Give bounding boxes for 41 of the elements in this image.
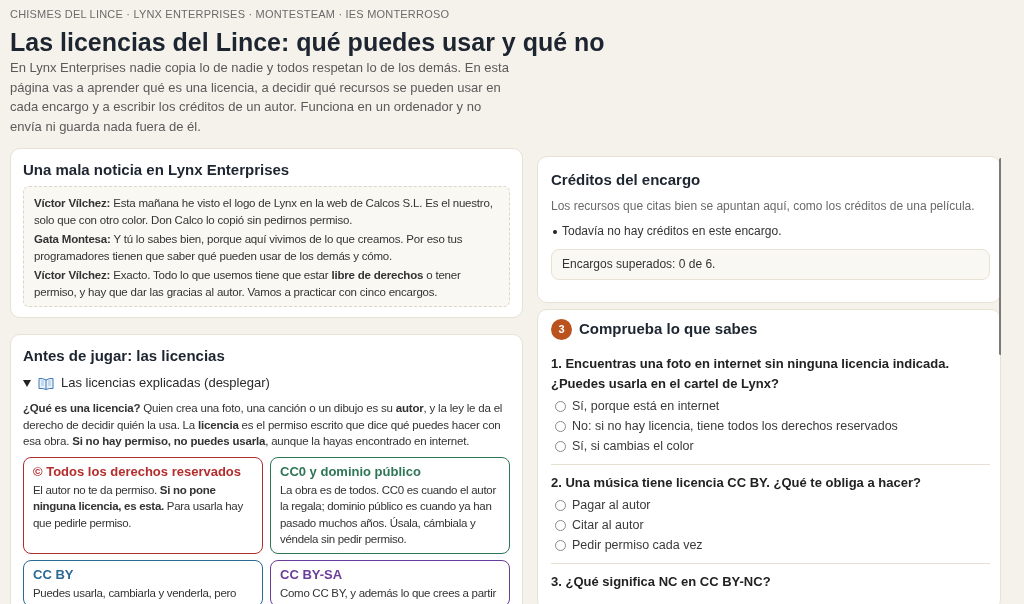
card-title: Créditos del encargo: [551, 170, 702, 190]
card-title: Antes de jugar: las licencias: [23, 346, 226, 366]
card-title: Una mala noticia en Lynx Enterprises: [23, 160, 291, 180]
option-label: No: si no hay licencia, tiene todos los derechos reservados: [572, 418, 898, 435]
question-text: 2. Una música tiene licencia CC BY. ¿Qué te obliga a hacer?: [551, 473, 922, 492]
radio-button[interactable]: [555, 440, 566, 452]
license-title: CC BY: [33, 565, 75, 584]
dialog-line: Víctor Vílchez: Esta mañana he visto el logo de Lynx en la web de Calcos S.L. Es el nuestro, solo que con otro color. Don Calco lo copió sin pedirnos permiso.: [34, 196, 494, 228]
radio-button[interactable]: [555, 499, 566, 511]
card-title: Comprueba lo que sabes: [579, 319, 758, 339]
option-label: Pagar al autor: [572, 497, 651, 514]
explanation-text: ¿Qué es una licencia? Quien crea una foto, una canción o un dibujo es su autor, y la ley le da el derecho de decidir quién la usa. La licencia es el permiso escrito que dice qué puedes hacer con esa obra. Si no hay permiso, no puedes usarla, aunque la hayas encontrado en internet.: [23, 401, 504, 449]
book-icon: [38, 376, 54, 390]
progress-summary: Encargos superados: 0 de 6.: [551, 249, 990, 280]
option-label: Citar al autor: [572, 517, 644, 534]
license-text: Como CC BY, y además lo que crees a partir: [280, 585, 497, 601]
step-number: 3: [551, 318, 572, 340]
license-text: La obra es de todos. CC0 es cuando el autor la regala; dominio público es cuando ya han pasado muchos años. Úsala, cámbiala y véndela sin pedir permiso.: [280, 482, 497, 547]
disclosure-toggle[interactable]: Las licencias explicadas (desplegar): [23, 374, 510, 392]
question-text: 3. ¿Qué significa NC en CC BY-NC?: [551, 572, 772, 591]
license-text: El autor no te da permiso. Si no pone ninguna licencia, es esta. Para usarla hay que pedirle permiso.: [33, 482, 244, 531]
card-subtitle: Los recursos que citas bien se apuntan aquí, como los créditos de una película.: [551, 197, 976, 215]
radio-button[interactable]: [555, 519, 566, 531]
license-title: CC0 y dominio público: [280, 462, 422, 481]
question-text: 1. Encuentras una foto en internet sin ninguna licencia indicada. ¿Puedes usarla en el cartel de Lynx?: [551, 355, 951, 393]
license-text: Puedes usarla, cambiarla y venderla, pero: [33, 585, 238, 601]
breadcrumb: CHISMES DEL LINCE · LYNX ENTERPRISES · MONTESTEAM · IES MONTERROSO: [10, 7, 451, 21]
license-title: © Todos los derechos reservados: [33, 462, 243, 481]
option-label: Pedir permiso cada vez: [572, 537, 703, 554]
page-title: Las licencias del Lince: qué puedes usar y qué no: [10, 27, 606, 57]
bullet-icon: [553, 229, 557, 234]
radio-button[interactable]: [555, 400, 566, 412]
intro-text: En Lynx Enterprises nadie copia lo de nadie y todos respetan lo de los demás. En esta página vas a aprender qué es una licencia, a decidir qué recursos se pueden usar en cada encargo y a escribir los créditos de un autor. Funciona en un ordenador y no envía ni guarda nada fuera de él.: [10, 59, 510, 136]
option-label: Sí, porque está en internet: [572, 398, 720, 415]
radio-button[interactable]: [555, 539, 566, 551]
dialog-line: Gata Montesa: Y tú lo sabes bien, porque aquí vivimos de lo que creamos. Por eso tus programadores tienen que saber qué pueden usar de los demás y cómo.: [34, 232, 464, 264]
credit-item: Todavía no hay créditos en este encargo.: [562, 223, 782, 240]
license-title: CC BY-SA: [280, 565, 344, 584]
option-label: Sí, si cambias el color: [572, 438, 694, 455]
radio-button[interactable]: [555, 420, 566, 432]
dialog-line: Víctor Vílchez: Exacto. Todo lo que usemos tiene que estar libre de derechos o tener permiso, y hay que dar las gracias al autor. Vamos a practicar con cinco encargos.: [34, 268, 462, 300]
